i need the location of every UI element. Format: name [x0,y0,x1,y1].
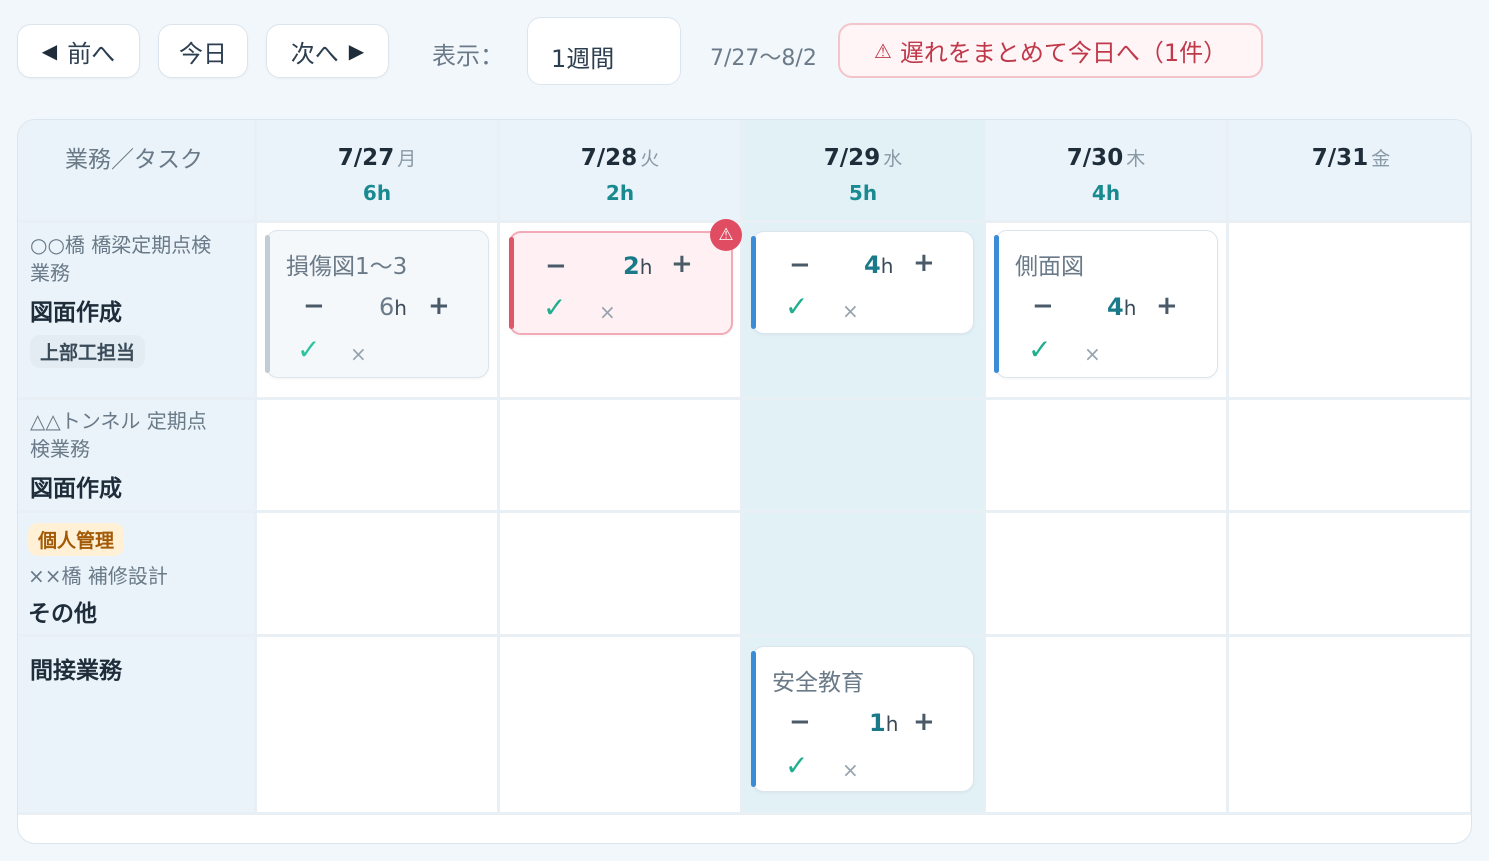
hours-unit: h [639,255,653,279]
day-total-hours: 5h [848,181,878,205]
increase-hours-button[interactable]: + [913,248,935,278]
date-range: 7/27〜8/2 [710,46,817,71]
day-total-hours: 6h [362,181,392,205]
check-icon[interactable]: ✓ [785,749,808,782]
task-card[interactable]: 安全教育 − 1h + ✓ × [751,646,974,792]
day-date: 7/31 [1311,145,1369,171]
row-label-3: 間接業務 [18,637,254,812]
row-label-2: 個人管理 ××橋 補修設計 その他 [18,513,254,634]
next-label: 次へ [290,39,339,68]
card-hours: 2h [623,252,652,280]
close-icon[interactable]: × [842,758,859,782]
task-card[interactable]: 損傷図1〜3 − 6h + ✓ × [265,230,489,378]
check-icon[interactable]: ✓ [1028,333,1051,366]
day-date: 7/27 [337,145,395,171]
warning-icon: ⚠ [873,38,892,63]
assignee-chip: 上部工担当 [30,335,146,368]
close-icon[interactable]: × [842,299,859,323]
next-week-button[interactable]: 次へ ▶ [266,24,389,78]
day-header-1: 7/28 火 2h [500,120,740,220]
day-date: 7/29 [823,145,881,171]
check-icon[interactable]: ✓ [785,290,808,323]
task-name: 間接業務 [30,658,122,684]
schedule-grid: 業務／タスク 7/27 月 6h 7/28 火 2h 7/29 水 5h 7/30 木 … [17,119,1472,844]
day-total-hours: 4h [1091,181,1121,205]
day-date: 7/28 [580,145,638,171]
day-of-week: 火 [640,148,660,170]
row-label-0: ○○橋 橋梁定期点検 業務 図面作成 上部工担当 [18,223,254,397]
task-card[interactable]: − 4h + ✓ × [751,231,974,334]
decrease-hours-button[interactable]: − [1032,291,1054,321]
corner-label: 業務／タスク [65,147,203,173]
hours-value: 2 [623,252,640,280]
task-card[interactable]: 側面図 − 4h + ✓ × [994,230,1218,378]
task-name: 図面作成 [30,476,122,502]
card-title: 側面図 [1015,254,1084,280]
hours-unit: h [880,254,894,278]
day-of-week: 水 [883,148,903,170]
hours-value: 6 [379,293,395,321]
project-name-line1: ○○橋 橋梁定期点検 [30,233,212,257]
triangle-left-icon: ◀ [41,39,58,63]
card-title: 安全教育 [772,670,864,696]
project-name-line2: 検業務 [30,437,90,461]
card-hours: 6h [379,293,407,321]
project-name-line2: 業務 [30,261,70,285]
increase-hours-button[interactable]: + [1156,291,1178,321]
late-button-label: 遅れをまとめて今日へ（1件） [899,39,1228,67]
decrease-hours-button[interactable]: − [789,707,811,737]
task-name: 図面作成 [30,300,122,326]
day-header-0: 7/27 月 6h [257,120,497,220]
hours-value: 1 [869,709,886,737]
day-of-week: 金 [1371,148,1391,170]
project-name-line1: △△トンネル 定期点 [30,409,207,433]
decrease-hours-button[interactable]: − [545,251,567,281]
close-icon[interactable]: × [599,300,616,324]
day-date: 7/30 [1066,145,1124,171]
prev-label: 前へ [67,39,116,68]
hours-value: 4 [1107,293,1124,321]
hours-value: 4 [864,251,881,279]
prev-week-button[interactable]: ◀ 前へ [17,24,140,78]
decrease-hours-button[interactable]: − [303,291,325,321]
task-name: その他 [28,601,97,627]
decrease-hours-button[interactable]: − [789,250,811,280]
increase-hours-button[interactable]: + [671,249,693,279]
day-header-4: 7/31 金 [1229,120,1471,220]
card-title: 損傷図1〜3 [286,254,408,280]
card-hours: 4h [1107,293,1136,321]
check-icon[interactable]: ✓ [297,333,320,366]
close-icon[interactable]: × [350,342,367,366]
hours-unit: h [1123,296,1137,320]
row-label-1: △△トンネル 定期点 検業務 図面作成 [18,400,254,510]
today-button[interactable]: 今日 [158,24,248,78]
check-icon[interactable]: ✓ [543,291,566,324]
view-select[interactable]: 1週間 [527,17,681,85]
view-label: 表示： [432,42,504,70]
increase-hours-button[interactable]: + [428,291,450,321]
hours-unit: h [394,296,407,320]
card-hours: 4h [864,251,893,279]
personal-management-chip: 個人管理 [28,523,125,556]
project-name-line1: ××橋 補修設計 [28,564,168,588]
card-hours: 1h [869,709,898,737]
day-of-week: 月 [397,148,417,170]
day-header-3: 7/30 木 4h [986,120,1226,220]
day-of-week: 木 [1126,148,1146,170]
increase-hours-button[interactable]: + [913,707,935,737]
task-card-overdue[interactable]: − 2h + ✓ × ⚠ [509,219,742,335]
move-late-to-today-button[interactable]: ⚠ 遅れをまとめて今日へ（1件） [838,23,1263,78]
corner-header: 業務／タスク [18,120,254,220]
day-header-2: 7/29 水 5h [743,120,983,220]
close-icon[interactable]: × [1084,342,1101,366]
warning-icon: ⚠ [710,219,742,251]
toolbar: ◀ 前へ 今日 次へ ▶ 表示： 1週間 7/27〜8/2 ⚠ 遅れをまとめて今… [0,0,1489,100]
triangle-right-icon: ▶ [348,39,365,63]
hours-unit: h [885,712,899,736]
day-total-hours: 2h [605,181,635,205]
